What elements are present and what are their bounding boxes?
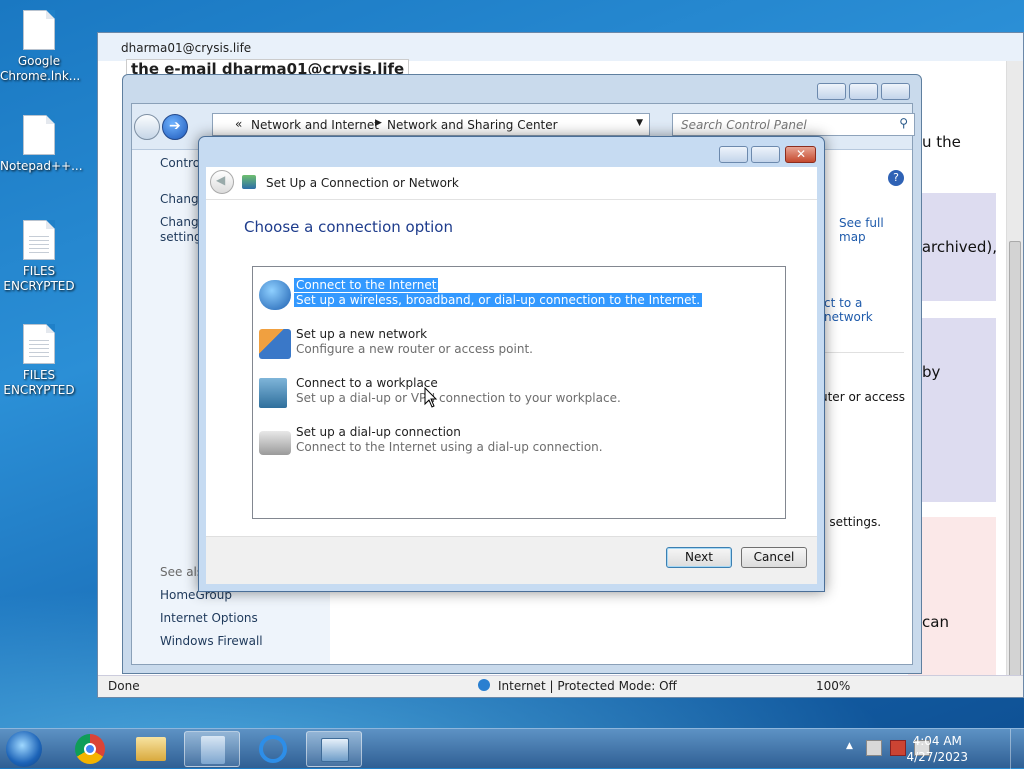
next-button[interactable]: Next (666, 547, 732, 568)
search-input[interactable]: Search Control Panel ⚲ (672, 113, 915, 136)
globe-icon (259, 280, 291, 310)
desktop-icon-files-encrypted-2[interactable]: FILES ENCRYPTED (0, 324, 78, 398)
dialog-footer: Next Cancel (206, 536, 817, 584)
breadcrumb-item-network-internet[interactable]: Network and Internet (251, 118, 379, 132)
browser-titlebar: dharma01@crysis.life (98, 33, 1023, 61)
breadcrumb-item-sharing-center[interactable]: Network and Sharing Center (387, 118, 558, 132)
connection-option-list: Connect to the Internet Set up a wireles… (252, 266, 786, 519)
option-title: Connect to a workplace (296, 376, 438, 390)
browser-title: dharma01@crysis.life (121, 41, 252, 55)
option-connect-internet[interactable]: Connect to the Internet Set up a wireles… (253, 274, 785, 318)
browser-scrollbar[interactable] (1006, 61, 1023, 691)
taskbar-control-panel[interactable] (306, 731, 362, 767)
action-center-icon[interactable] (866, 740, 882, 756)
scrollbar-thumb[interactable] (1009, 241, 1021, 691)
folder-icon (136, 737, 166, 761)
option-connect-workplace[interactable]: Connect to a workplace Set up a dial-up … (253, 372, 785, 416)
network-icon (259, 329, 291, 359)
see-full-map-link[interactable]: See full map (839, 216, 912, 244)
taskbar-explorer[interactable] (123, 731, 179, 767)
workplace-icon (259, 378, 287, 408)
desktop-icon-label: Google Chrome.lnk... (0, 54, 81, 83)
sidebar-item-windows-firewall[interactable]: Windows Firewall (160, 634, 263, 648)
desktop-icon-notepad[interactable]: Notepad++... (0, 115, 83, 174)
close-icon: ✕ (796, 147, 807, 161)
maximize-button[interactable] (849, 83, 878, 100)
clock-date: 4/27/2023 (906, 750, 968, 764)
taskbar-internet-explorer[interactable] (245, 731, 301, 767)
network-icon (242, 175, 256, 189)
body-text: by (922, 363, 941, 381)
desktop-icon-label: FILES ENCRYPTED (3, 368, 75, 397)
option-dialup[interactable]: Set up a dial-up connection Connect to t… (253, 421, 785, 465)
chrome-icon-center (84, 743, 96, 755)
option-new-network[interactable]: Set up a new network Configure a new rou… (253, 323, 785, 367)
sidebar-item-internet-options[interactable]: Internet Options (160, 611, 258, 625)
network-setup-icon (201, 736, 225, 764)
cancel-button[interactable]: Cancel (741, 547, 807, 568)
security-zone-text: Internet | Protected Mode: Off (498, 679, 677, 693)
breadcrumb-sep-icon: ▶ (375, 118, 382, 128)
option-title: Set up a dial-up connection (296, 425, 461, 439)
sidebar-item[interactable]: Control (160, 156, 203, 170)
browser-statusbar: Done Internet | Protected Mode: Off 100% (98, 675, 1023, 697)
option-description: Set up a dial-up or VPN connection to yo… (296, 391, 621, 405)
globe-icon (478, 679, 490, 691)
show-hidden-icons[interactable]: ▲ (846, 741, 853, 751)
option-description: Set up a wireless, broadband, or dial-up… (294, 293, 703, 307)
option-title: Connect to the Internet (294, 278, 439, 292)
close-button[interactable]: ✕ (785, 146, 816, 163)
search-placeholder: Search Control Panel (681, 118, 807, 132)
phone-icon (259, 431, 291, 455)
clock-time: 4:04 AM (912, 734, 962, 748)
maximize-button[interactable] (751, 146, 780, 163)
option-title: Set up a new network (296, 327, 428, 341)
back-button[interactable] (134, 114, 160, 140)
desktop-icon-label: Notepad++... (0, 159, 83, 173)
task-description: uter or access (820, 390, 905, 404)
back-button[interactable]: ◀ (210, 170, 234, 194)
option-description: Configure a new router or access point. (296, 342, 533, 356)
chevron-down-icon[interactable]: ▼ (636, 118, 643, 128)
status-text: Done (108, 679, 140, 693)
system-clock[interactable]: 4:04 AM 4/27/2023 (906, 733, 968, 765)
arrow-left-icon: ◀ (216, 173, 226, 187)
arrow-right-icon: ➔ (169, 118, 181, 134)
body-text: (archived), (916, 238, 998, 256)
option-description: Connect to the Internet using a dial-up … (296, 440, 603, 454)
breadcrumb[interactable]: « Network and Internet ▶ Network and Sha… (212, 113, 650, 136)
desktop-icon-label: FILES ENCRYPTED (3, 264, 75, 293)
show-desktop-button[interactable] (1010, 729, 1024, 769)
close-button[interactable] (881, 83, 910, 100)
dialog-heading: Choose a connection option (244, 218, 453, 236)
taskbar: ▲ 4:04 AM 4/27/2023 (0, 728, 1024, 769)
task-description: g settings. (818, 515, 882, 529)
minimize-button[interactable] (719, 146, 748, 163)
body-text: u the (922, 133, 961, 151)
forward-button[interactable]: ➔ (162, 114, 188, 140)
desktop-icon-files-encrypted-1[interactable]: FILES ENCRYPTED (0, 220, 78, 294)
start-button[interactable] (6, 731, 42, 767)
taskbar-chrome[interactable] (62, 731, 118, 767)
connect-network-link[interactable]: ct to a network (824, 296, 912, 324)
control-panel-icon (321, 738, 349, 762)
internet-explorer-icon (259, 735, 287, 763)
taskbar-network-setup[interactable] (184, 731, 240, 767)
dialog-body: Choose a connection option Connect to th… (206, 200, 817, 584)
minimize-button[interactable] (817, 83, 846, 100)
dialog-header: ◀ Set Up a Connection or Network (206, 167, 817, 200)
dialog-title: Set Up a Connection or Network (266, 176, 459, 190)
setup-connection-dialog: ✕ ◀ Set Up a Connection or Network Choos… (198, 136, 825, 592)
network-status-icon[interactable] (890, 740, 906, 756)
body-text: can (922, 613, 949, 631)
search-icon[interactable]: ⚲ (899, 116, 908, 130)
zoom-level[interactable]: 100% (816, 679, 850, 693)
help-icon[interactable]: ? (888, 170, 904, 186)
breadcrumb-sep-icon: « (235, 117, 243, 131)
mouse-cursor-icon (424, 387, 438, 408)
desktop-icon-chrome[interactable]: Google Chrome.lnk... (0, 10, 81, 84)
